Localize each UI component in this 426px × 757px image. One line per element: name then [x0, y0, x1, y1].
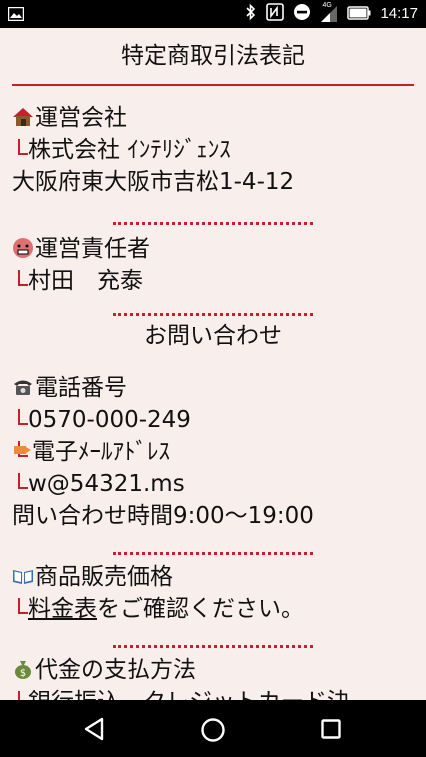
indent-mark-icon	[12, 407, 28, 429]
recent-apps-icon[interactable]	[321, 719, 341, 743]
manager-section: 運営責任者 村田 充泰	[0, 233, 426, 297]
page-title: 特定商取引法表記	[12, 28, 414, 86]
company-address: 大阪府東大阪市吉松1-4-12	[12, 169, 295, 195]
phone-label: 電話番号	[35, 375, 127, 401]
home-icon[interactable]	[200, 717, 226, 747]
dotted-divider	[113, 637, 313, 648]
price-table-link[interactable]: 料金表	[28, 596, 97, 622]
company-name: 株式会社 ｲﾝﾃﾘｼﾞｪﾝｽ	[28, 137, 231, 163]
status-bar: 4G 14:17	[0, 0, 426, 28]
indent-mark-icon	[12, 268, 28, 290]
bluetooth-icon	[245, 3, 257, 25]
telephone-icon	[12, 375, 34, 397]
indent-mark-icon	[12, 471, 28, 493]
house-icon	[12, 105, 34, 127]
operator-section: 運営会社 株式会社 ｲﾝﾃﾘｼﾞｪﾝｽ 大阪府東大阪市吉松1-4-12	[0, 102, 426, 198]
indent-mark-icon	[12, 689, 28, 700]
payment-section: $ 代金の支払方法 銀行振込、クレジットカード決	[0, 654, 426, 700]
dotted-divider	[113, 305, 313, 316]
image-icon	[7, 6, 25, 25]
contact-heading: お問い合わせ	[144, 323, 282, 349]
page-content[interactable]: 特定商取引法表記 運営会社 株式会社 ｲﾝﾃﾘｼﾞｪﾝｽ 大阪府東大阪市吉松1-…	[0, 28, 426, 700]
face-icon	[12, 236, 34, 258]
manager-heading: 運営責任者	[35, 236, 150, 262]
price-section: 商品販売価格 料金表をご確認ください。	[0, 561, 426, 625]
email-label: 電子ﾒｰﾙｱﾄﾞﾚｽ	[32, 439, 170, 465]
price-note: をご確認ください。	[97, 596, 304, 622]
money-bag-icon: $	[12, 657, 34, 679]
phone-number[interactable]: 0570-000-249	[28, 407, 191, 433]
manager-name: 村田 充泰	[28, 268, 143, 294]
contact-hours: 問い合わせ時間9:00～19:00	[12, 503, 314, 529]
payment-methods: 銀行振込、クレジットカード決	[28, 689, 350, 700]
battery-icon	[347, 5, 371, 24]
signal-icon: 4G	[320, 2, 338, 23]
indent-mark-icon	[12, 137, 28, 159]
nfc-icon	[266, 3, 285, 25]
dotted-divider	[113, 544, 313, 555]
operator-heading: 運営会社	[35, 105, 127, 131]
indent-mark-icon	[12, 596, 28, 618]
dotted-divider	[113, 214, 313, 225]
do-not-disturb-icon	[293, 3, 311, 25]
payment-heading: 代金の支払方法	[35, 657, 196, 683]
open-book-icon	[12, 564, 34, 586]
price-heading: 商品販売価格	[35, 564, 173, 590]
svg-text:$: $	[20, 668, 26, 679]
pointing-hand-icon	[12, 439, 32, 461]
clock: 14:17	[380, 5, 418, 22]
contact-section: 電話番号 0570-000-249 電子ﾒｰﾙｱﾄﾞﾚｽ w@54321.ms …	[0, 372, 426, 532]
navigation-bar	[0, 700, 426, 757]
email-address[interactable]: w@54321.ms	[28, 471, 185, 497]
back-icon[interactable]	[83, 717, 105, 745]
